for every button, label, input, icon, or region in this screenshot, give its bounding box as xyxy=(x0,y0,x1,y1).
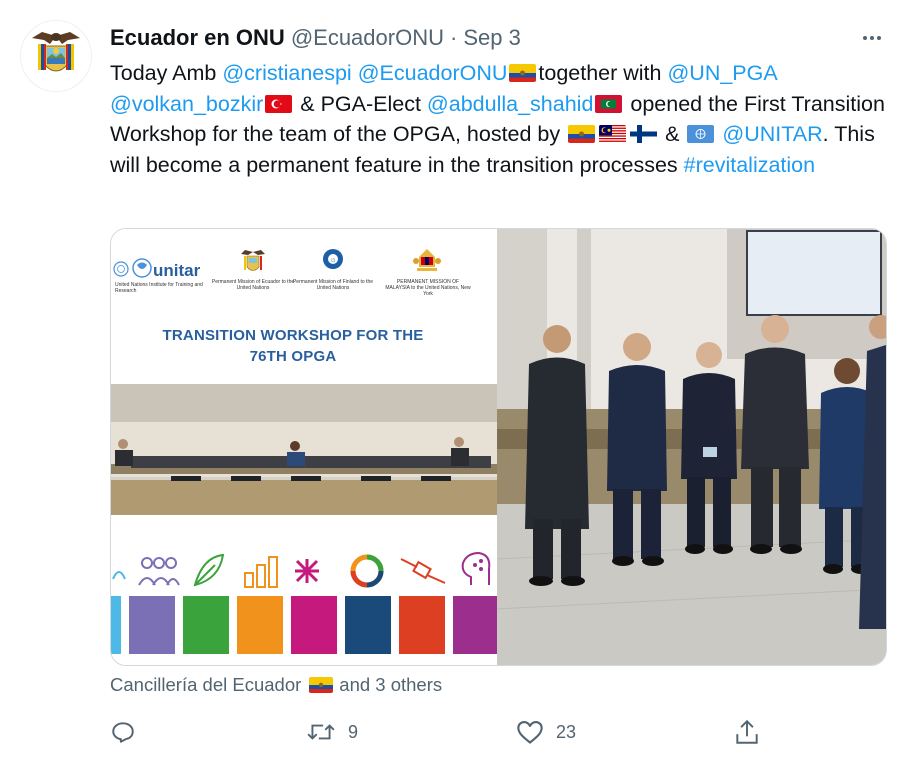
malaysia-coat-of-arms-icon xyxy=(413,249,441,271)
ecuador-flag-icon xyxy=(309,677,334,693)
sdg-tile xyxy=(183,596,229,654)
sdg-tile xyxy=(291,596,337,654)
sdg-tile xyxy=(399,596,445,654)
tweet-date[interactable]: Sep 3 xyxy=(463,25,521,51)
share-button[interactable] xyxy=(734,714,760,750)
sdg-tile xyxy=(345,596,391,654)
share-icon xyxy=(736,719,758,744)
author-handle[interactable]: @EcuadorONU xyxy=(291,25,444,51)
sdg-icons-row xyxy=(112,551,491,588)
svg-text:☼: ☼ xyxy=(329,255,336,264)
like-button[interactable]: 23 xyxy=(516,714,576,750)
sdg-tile xyxy=(129,596,175,654)
social-context-suffix[interactable]: and 3 others xyxy=(339,674,442,696)
reply-button[interactable] xyxy=(110,714,136,750)
like-count: 23 xyxy=(556,721,577,742)
ecuador-flag-icon xyxy=(509,64,537,82)
ecuador-flag-icon xyxy=(568,125,596,143)
poster-title-line-2: 76TH OPGA xyxy=(249,348,337,365)
turkey-flag-icon xyxy=(265,94,293,113)
author-display-name[interactable]: Ecuador en ONU xyxy=(110,25,285,51)
ecuador-mission-caption: Permanent Mission of Ecuador to the Unit… xyxy=(211,279,295,291)
unitar-wordmark: unitar xyxy=(153,261,201,280)
mention-un-pga[interactable]: @UN_PGA xyxy=(667,61,776,85)
tweet-text: Today Amb @cristianespi @EcuadorONU toget… xyxy=(110,58,894,180)
action-bar: 9 23 xyxy=(110,714,770,750)
retweet-button[interactable]: 9 xyxy=(306,714,358,750)
tweet-text-fragment: & PGA-Elect xyxy=(294,91,427,116)
media-image-delegates[interactable] xyxy=(496,229,886,665)
ecuador-coat-of-arms-icon xyxy=(241,250,265,271)
social-context: Cancillería del Ecuador and 3 others xyxy=(110,674,442,696)
malaysia-flag-icon xyxy=(599,125,627,143)
tweet-header: Ecuador en ONU @EcuadorONU · Sep 3 xyxy=(110,24,884,52)
sdg-tile xyxy=(111,596,121,654)
finland-flag-icon xyxy=(630,125,658,143)
tweet-text-fragment: & xyxy=(659,122,686,146)
heart-icon xyxy=(517,721,543,744)
media-grid: unitar United Nations Institute for Trai… xyxy=(110,228,887,666)
maldives-flag-icon xyxy=(595,94,623,113)
more-icon xyxy=(863,36,881,40)
tweet-text-fragment: together with xyxy=(538,61,668,85)
sdg-color-tiles xyxy=(111,596,499,654)
meeting-room-photo xyxy=(111,384,499,515)
unitar-logo-icon xyxy=(132,258,152,278)
mention-unitar[interactable]: @UNITAR xyxy=(722,122,822,146)
finland-mission-caption: Permanent Mission of Finland to the Unit… xyxy=(292,279,374,291)
un-emblem-icon xyxy=(113,261,129,277)
mention-abdulla-shahid[interactable]: @abdulla_shahid xyxy=(427,92,593,116)
mention-ecuadoronu[interactable]: @EcuadorONU xyxy=(358,61,508,85)
retweet-count: 9 xyxy=(348,721,359,742)
delegates-photo xyxy=(496,229,886,665)
tweet-text-fragment: Today Amb xyxy=(110,61,223,85)
social-context-name[interactable]: Cancillería del Ecuador xyxy=(110,674,301,696)
finland-emblem-icon: ☼ xyxy=(323,249,343,269)
retweet-icon xyxy=(307,724,335,740)
united-nations-flag-icon xyxy=(687,125,715,143)
media-image-poster[interactable]: unitar United Nations Institute for Trai… xyxy=(111,229,499,665)
coat-of-arms-icon xyxy=(32,32,80,72)
sdg-tile xyxy=(453,596,499,654)
separator-dot: · xyxy=(449,25,458,50)
poster-title-line-1: TRANSITION WORKSHOP FOR THE xyxy=(162,327,424,344)
reply-icon xyxy=(112,722,134,743)
malaysia-mission-caption: PERMANENT MISSION OF MALAYSIA to the Uni… xyxy=(385,279,471,297)
more-options-button[interactable] xyxy=(848,24,884,52)
avatar[interactable] xyxy=(20,20,92,92)
unitar-caption: United Nations Institute for Training an… xyxy=(115,282,203,294)
hashtag-revitalization[interactable]: #revitalization xyxy=(684,153,815,177)
sdg-tile xyxy=(237,596,283,654)
mention-volkan-bozkir[interactable]: @volkan_bozkir xyxy=(110,92,263,116)
mention-cristianespi[interactable]: @cristianespi xyxy=(222,61,351,85)
